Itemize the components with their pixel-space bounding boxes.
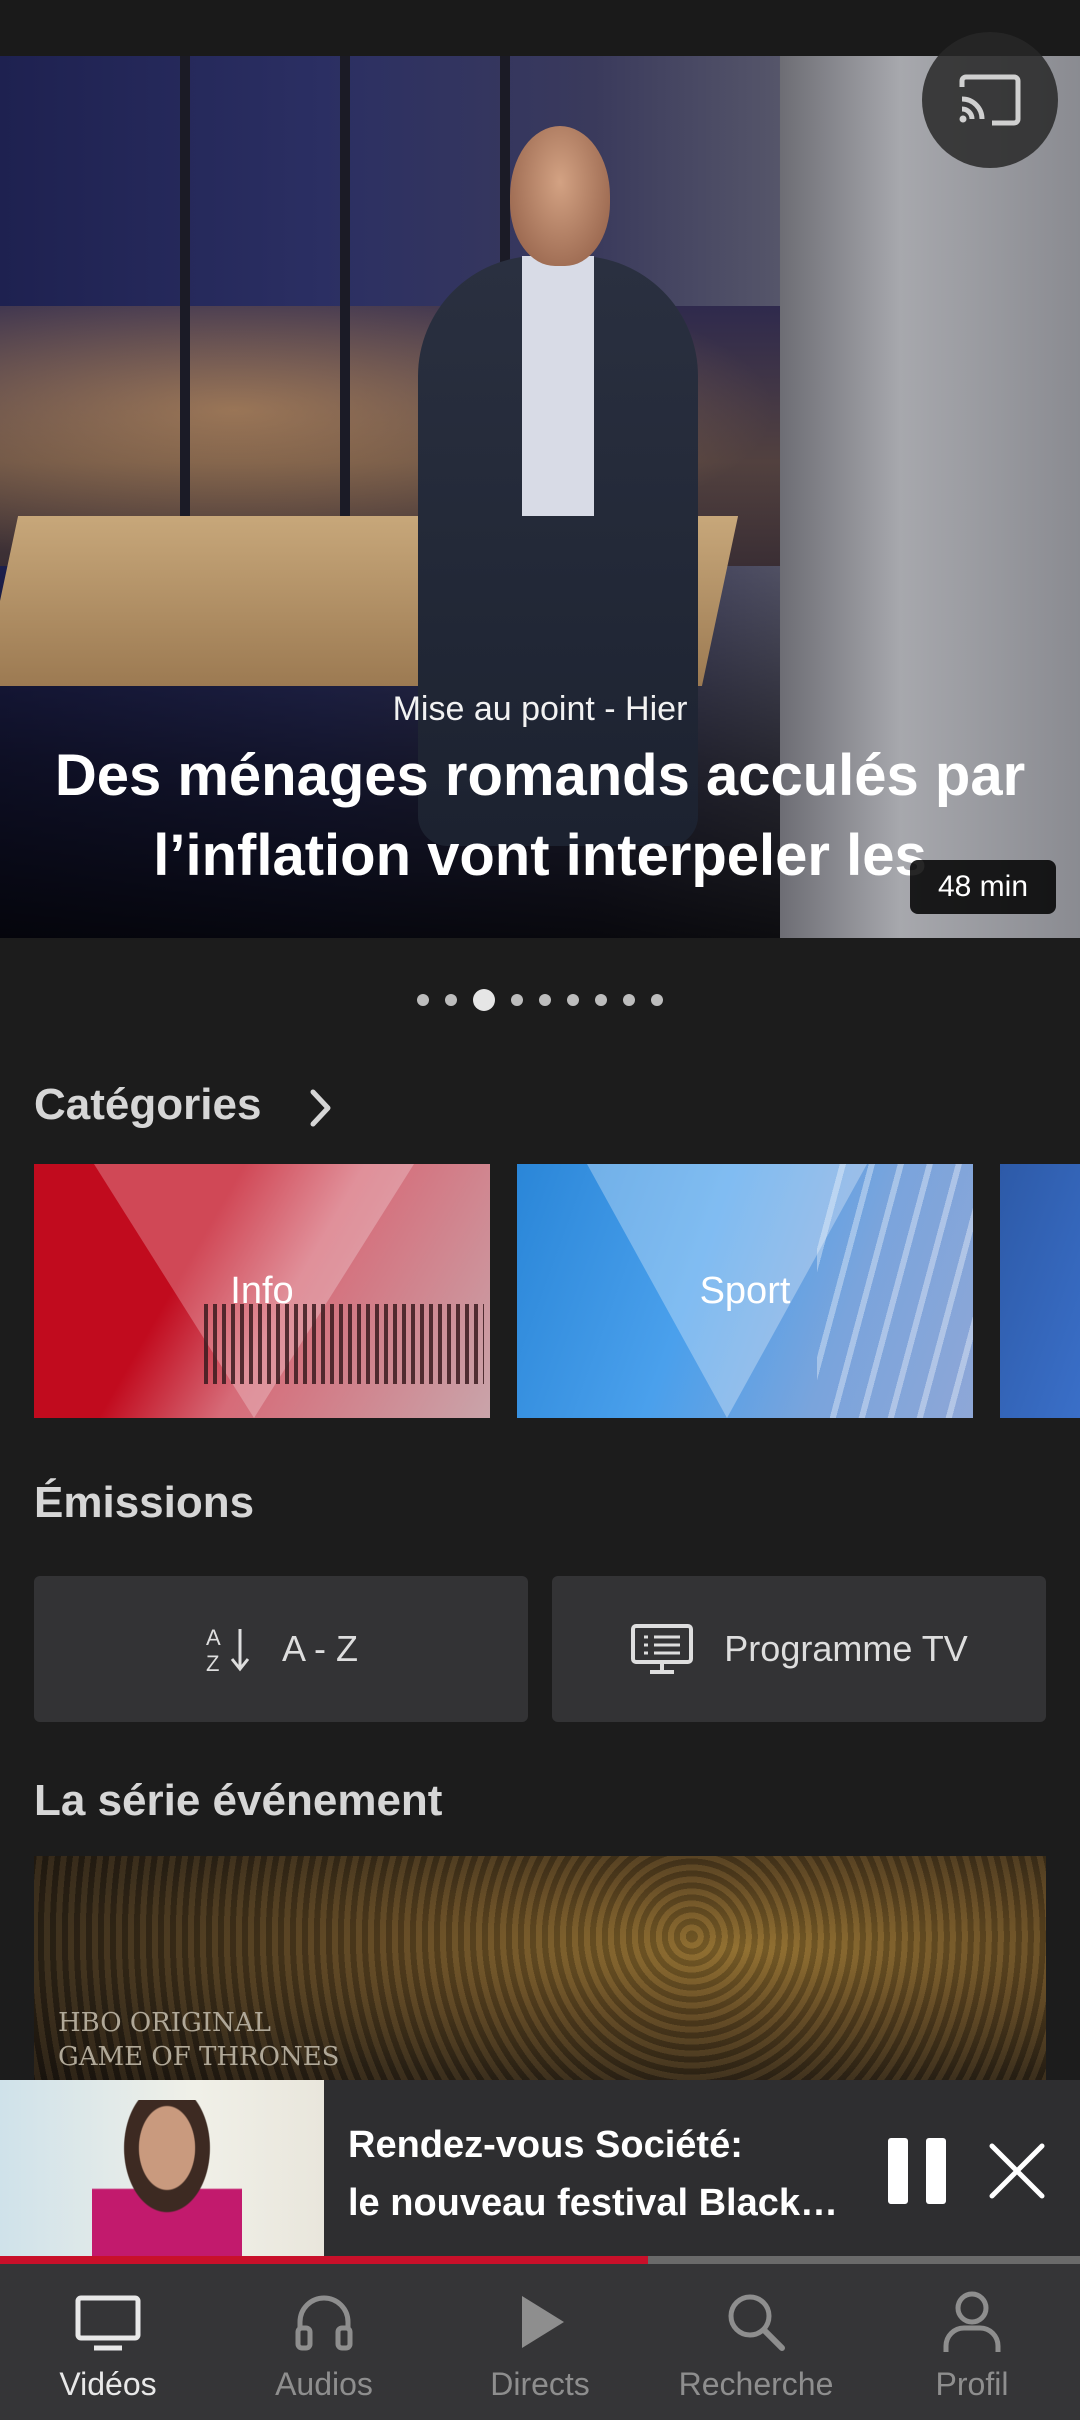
cast-button[interactable] xyxy=(922,32,1058,168)
mini-player-progress-fill xyxy=(0,2256,648,2264)
nav-item-videos[interactable]: Vidéos xyxy=(0,2264,216,2420)
status-bar xyxy=(0,0,1080,56)
headphones-icon xyxy=(295,2295,353,2351)
nav-item-recherche[interactable]: Recherche xyxy=(648,2264,864,2420)
section-title-series: La série événement xyxy=(34,1776,443,1825)
nav-item-directs[interactable]: Directs xyxy=(432,2264,648,2420)
presenter-head xyxy=(510,126,610,266)
nav-label: Audios xyxy=(275,2366,373,2402)
nav-label: Directs xyxy=(490,2366,590,2402)
carousel-dot[interactable] xyxy=(417,994,429,1006)
nav-label: Vidéos xyxy=(59,2366,157,2402)
search-icon xyxy=(728,2294,785,2351)
series-brand: HBO ORIGINAL GAME OF THRONES xyxy=(58,2006,339,2074)
tv-icon xyxy=(75,2295,141,2351)
mini-player-progress xyxy=(0,2256,1080,2264)
mini-player-title[interactable]: Rendez-vous Société: le nouveau festival… xyxy=(348,2116,868,2232)
chevron-right-icon[interactable] xyxy=(308,1088,334,1128)
play-icon xyxy=(522,2296,564,2348)
section-title-categories[interactable]: Catégories xyxy=(34,1080,261,1130)
carousel-dot[interactable] xyxy=(567,994,579,1006)
hero-video-thumbnail[interactable]: Mise au point - Hier Des ménages romands… xyxy=(0,56,1080,938)
hero-title[interactable]: Des ménages romands acculés par l’inflat… xyxy=(40,736,1040,896)
profile-icon xyxy=(943,2291,1001,2352)
cast-icon xyxy=(959,74,1021,126)
pause-button[interactable] xyxy=(884,2136,950,2206)
programme-tv-label: Programme TV xyxy=(724,1628,968,1669)
duration-badge: 48 min xyxy=(910,860,1056,914)
nav-label: Profil xyxy=(935,2366,1009,2402)
carousel-dot[interactable] xyxy=(623,994,635,1006)
series-brand-line: GAME OF THRONES xyxy=(58,2042,340,2072)
mini-player-presenter xyxy=(92,2100,242,2260)
svg-text:Z: Z xyxy=(206,1651,219,1675)
carousel-dot[interactable] xyxy=(445,994,457,1006)
carousel-dot[interactable] xyxy=(473,989,495,1011)
carousel-indicator[interactable] xyxy=(0,985,1080,1015)
bottom-navigation: Vidéos Audios Directs Recherche Profil xyxy=(0,2264,1080,2420)
az-label: A - Z xyxy=(281,1628,358,1669)
az-button[interactable]: A Z A - Z xyxy=(34,1576,528,1722)
mini-player-line1: Rendez-vous Société: xyxy=(348,2124,743,2166)
series-brand-line: HBO ORIGINAL xyxy=(58,2008,271,2038)
category-tile-sport[interactable]: Sport xyxy=(517,1164,973,1418)
hero-subtitle: Mise au point - Hier xyxy=(392,690,688,728)
sort-az-icon: A Z xyxy=(206,1625,250,1675)
section-title-emissions: Émissions xyxy=(34,1478,255,1527)
category-tile-info[interactable]: Info xyxy=(34,1164,490,1418)
nav-label: Recherche xyxy=(678,2366,834,2402)
category-tile-next[interactable] xyxy=(1000,1164,1080,1418)
tv-guide-icon xyxy=(631,1624,694,1674)
mini-player-thumbnail[interactable] xyxy=(0,2080,324,2260)
carousel-dot[interactable] xyxy=(539,994,551,1006)
mini-player-line2: le nouveau festival Black… xyxy=(348,2182,838,2224)
nav-item-audios[interactable]: Audios xyxy=(216,2264,432,2420)
category-label: Info xyxy=(230,1269,294,1312)
nav-item-profil[interactable]: Profil xyxy=(864,2264,1080,2420)
presenter-shirt xyxy=(522,256,594,516)
category-label: Sport xyxy=(699,1269,791,1312)
programme-tv-button[interactable]: Programme TV xyxy=(552,1576,1046,1722)
svg-text:A: A xyxy=(206,1625,221,1650)
carousel-dot[interactable] xyxy=(651,994,663,1006)
carousel-dot[interactable] xyxy=(595,994,607,1006)
carousel-dot[interactable] xyxy=(511,994,523,1006)
series-card[interactable]: HBO ORIGINAL GAME OF THRONES xyxy=(34,1856,1046,2086)
close-button[interactable] xyxy=(988,2142,1046,2200)
